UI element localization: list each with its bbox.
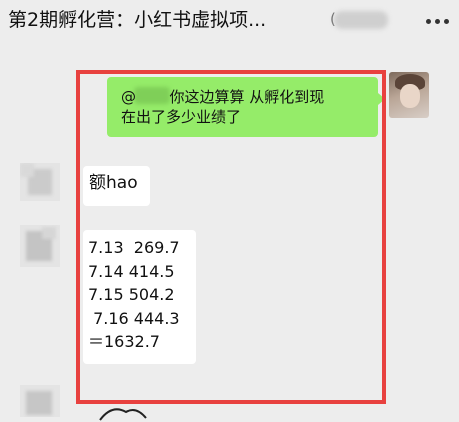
highlight-frame bbox=[76, 70, 386, 404]
chat-title[interactable]: 第2期孵化营：小红书虚拟项... bbox=[8, 6, 266, 34]
avatar-blurred[interactable] bbox=[20, 225, 60, 267]
more-dots-icon[interactable] bbox=[426, 19, 450, 27]
blurred-member-count bbox=[334, 11, 388, 29]
avatar-blurred[interactable] bbox=[20, 385, 60, 417]
sticker-partial bbox=[99, 408, 147, 421]
chat-header: 第2期孵化营：小红书虚拟项... ( bbox=[0, 0, 459, 44]
avatar-blurred[interactable] bbox=[20, 163, 60, 201]
avatar[interactable] bbox=[389, 72, 429, 118]
